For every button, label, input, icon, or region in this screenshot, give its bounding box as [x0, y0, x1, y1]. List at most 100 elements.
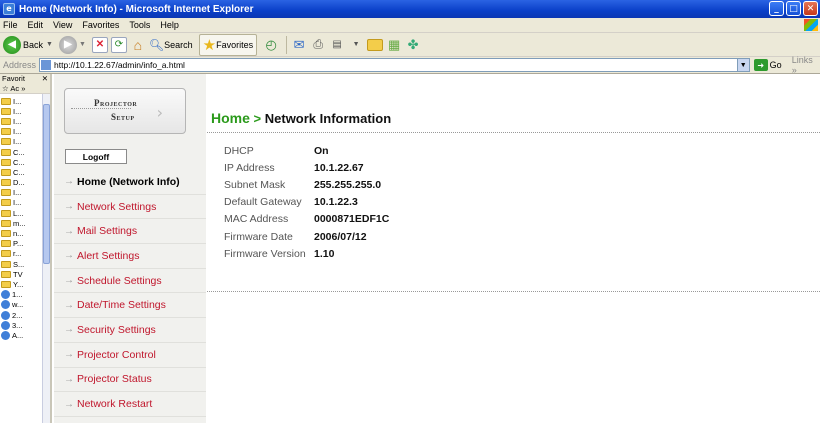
discuss-icon[interactable]: ▦: [386, 37, 402, 53]
go-arrow-icon: ➜: [753, 59, 768, 71]
menu-help[interactable]: Help: [160, 20, 179, 30]
sidebar-item-label: Date/Time Settings: [77, 299, 166, 312]
edit-dropdown-icon[interactable]: ▼: [348, 37, 364, 53]
menu-favorites[interactable]: Favorites: [82, 20, 119, 30]
menu-tools[interactable]: Tools: [129, 20, 150, 30]
folder-icon: [1, 280, 11, 288]
sidebar-item-label: Mail Settings: [77, 225, 138, 238]
add-favorite-label: Ac: [10, 84, 20, 93]
menu-view[interactable]: View: [53, 20, 72, 30]
links-button[interactable]: Links »: [792, 55, 820, 75]
folder-icon[interactable]: [367, 38, 384, 51]
favorite-label: C...: [13, 147, 25, 157]
folder-icon: [1, 230, 11, 238]
menu-file[interactable]: File: [3, 20, 18, 30]
forward-dropdown-icon[interactable]: ▼: [79, 41, 86, 48]
sidebar-nav: → Home (Network Info) → Network Settings → Ma…: [54, 170, 206, 417]
sidebar-item-network-restart[interactable]: → Network Restart: [54, 392, 206, 417]
info-value: 2006/07/12: [314, 230, 367, 243]
print-icon[interactable]: ⎙: [310, 37, 326, 53]
info-value: 255.255.255.0: [314, 178, 382, 191]
sidebar-item-security-settings[interactable]: → Security Settings: [54, 318, 206, 343]
info-key: MAC Address: [224, 213, 289, 226]
go-label: Go: [769, 60, 782, 70]
sidebar-item-projector-control[interactable]: → Projector Control: [54, 343, 206, 368]
toolbar: ◀ Back ▼ ▶ ▼ ✕ ⟳ ⌂ 🔍︎ Search ★ Favorites…: [0, 33, 820, 57]
arrow-icon: →: [64, 176, 74, 188]
info-key: DHCP: [224, 144, 254, 157]
info-row: Firmware Date 2006/07/12: [224, 228, 389, 245]
add-favorite-button[interactable]: ☆ Ac »: [0, 84, 50, 94]
mail-icon[interactable]: ✉: [291, 37, 307, 53]
favorite-label: w...: [12, 300, 24, 310]
address-dropdown-icon[interactable]: ▼: [736, 59, 749, 71]
messenger-icon[interactable]: ✤: [405, 37, 421, 53]
folder-icon: [1, 199, 11, 207]
address-label: Address: [3, 60, 37, 70]
sidebar-item-home-network-info[interactable]: → Home (Network Info): [54, 170, 206, 195]
info-row: DHCP On: [224, 142, 389, 159]
refresh-icon[interactable]: ⟳: [110, 36, 127, 53]
window-title: Home (Network Info) - Microsoft Internet…: [19, 3, 254, 15]
folder-icon: [1, 209, 11, 217]
favorite-label: 1...: [12, 290, 23, 300]
info-key: Subnet Mask: [224, 178, 286, 191]
favorites-header: Favorit ✕: [0, 74, 50, 84]
window-controls: _ □ ✕: [769, 1, 818, 16]
favorite-label: S...: [13, 259, 25, 269]
back-dropdown-icon[interactable]: ▼: [46, 41, 53, 48]
search-button[interactable]: 🔍︎ Search: [149, 38, 193, 52]
favorite-label: I...: [13, 137, 22, 147]
logo-dots: [71, 108, 131, 109]
ie-page-icon: [1, 320, 10, 330]
folder-icon: [1, 250, 11, 258]
folder-icon: [1, 179, 11, 187]
favorite-label: r...: [13, 249, 22, 259]
sidebar-item-label: Network Restart: [77, 398, 153, 411]
address-input[interactable]: http://10.1.22.67/admin/info_a.html ▼: [39, 58, 750, 72]
logoff-button[interactable]: Logoff: [65, 149, 127, 164]
maximize-button[interactable]: □: [786, 1, 801, 16]
folder-icon: [1, 189, 11, 197]
stop-icon[interactable]: ✕: [91, 36, 108, 53]
breadcrumb-current: Network Information: [264, 111, 392, 126]
scrollbar-thumb[interactable]: [43, 104, 50, 264]
folder-icon: [1, 128, 11, 136]
sidebar-item-alert-settings[interactable]: → Alert Settings: [54, 244, 206, 269]
network-info-table: DHCP On IP Address 10.1.22.67 Subnet Mask 255…: [224, 142, 389, 262]
separator: [286, 35, 288, 54]
ie-page-icon: [1, 330, 10, 340]
sidebar-item-network-settings[interactable]: → Network Settings: [54, 195, 206, 220]
back-button[interactable]: ◀ Back ▼: [3, 35, 53, 54]
history-icon[interactable]: ◴: [263, 37, 279, 53]
info-key: Firmware Version: [224, 247, 306, 260]
edit-icon[interactable]: ▤: [329, 37, 345, 53]
minimize-button[interactable]: _: [769, 1, 784, 16]
favorite-label: D...: [13, 178, 25, 188]
sidebar-item-schedule-settings[interactable]: → Schedule Settings: [54, 269, 206, 294]
favorites-scrollbar[interactable]: [42, 94, 50, 423]
favorites-button[interactable]: ★ Favorites: [198, 33, 258, 56]
sidebar-item-date-time-settings[interactable]: → Date/Time Settings: [54, 293, 206, 319]
sidebar: Projector Setup › Logoff → Home (Network …: [54, 74, 206, 423]
menu-edit[interactable]: Edit: [28, 20, 44, 30]
info-value: On: [314, 144, 329, 157]
favorite-label: L...: [13, 208, 24, 218]
favorite-label: I...: [13, 96, 22, 106]
divider-top: [207, 132, 820, 133]
address-url: http://10.1.22.67/admin/info_a.html: [54, 60, 185, 70]
address-bar: Address http://10.1.22.67/admin/info_a.h…: [0, 55, 820, 75]
back-arrow-icon: ◀: [3, 35, 21, 54]
sidebar-item-mail-settings[interactable]: → Mail Settings: [54, 219, 206, 245]
search-icon: 🔍︎: [148, 37, 165, 52]
close-favorites-icon[interactable]: ✕: [42, 74, 48, 84]
sidebar-item-label: Home (Network Info): [77, 175, 180, 188]
sidebar-item-projector-status[interactable]: → Projector Status: [54, 368, 206, 393]
go-button[interactable]: ➜ Go: [753, 59, 782, 71]
close-button[interactable]: ✕: [803, 1, 818, 16]
forward-button[interactable]: ▶ ▼: [58, 35, 86, 54]
favorite-label: I...: [13, 106, 22, 116]
home-icon[interactable]: ⌂: [130, 37, 146, 53]
breadcrumb-home[interactable]: Home: [211, 110, 250, 126]
folder-icon: [1, 148, 11, 156]
